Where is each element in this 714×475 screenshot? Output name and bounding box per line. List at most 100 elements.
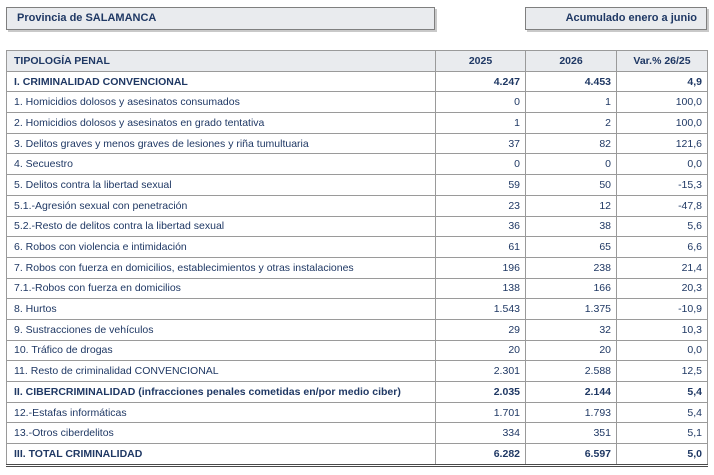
row-label: 6. Robos con violencia e intimidación [6,236,436,258]
value-2026: 0 [525,153,617,176]
table-row: 6. Robos con violencia e intimidación 61 6… [6,236,708,258]
period-label: Acumulado enero a junio [525,7,707,30]
row-label: I. CRIMINALIDAD CONVENCIONAL [6,70,436,93]
value-2025: 196 [435,256,526,279]
column-header-variation: Var.% 26/25 [616,50,708,72]
variation-value: 5,4 [616,401,708,424]
value-2026: 20 [525,339,617,362]
variation-value: 12,5 [616,360,708,382]
table-row: 9. Sustracciones de vehículos 29 32 10,3 [6,318,708,341]
value-2026: 6.597 [525,443,617,467]
variation-value: 21,4 [616,256,708,279]
value-2025: 6.282 [435,443,526,467]
value-2026: 1.375 [525,298,617,320]
value-2026: 2 [525,112,617,134]
row-label: 12.-Estafas informáticas [6,401,436,424]
value-2026: 2.588 [525,360,617,382]
value-2025: 2.035 [435,381,526,403]
row-label: 13.-Otros ciberdelitos [6,422,436,445]
table-header-row: TIPOLOGÍA PENAL 2025 2026 Var.% 26/25 [6,50,708,72]
value-2025: 138 [435,277,526,300]
value-2025: 1.701 [435,401,526,424]
row-label: 8. Hurtos [6,298,436,320]
column-header-2025: 2025 [435,50,526,72]
table-row: 2. Homicidios dolosos y asesinatos en gr… [6,112,708,134]
row-label: 3. Delitos graves y menos graves de lesi… [6,132,436,155]
value-2026: 351 [525,422,617,445]
crime-statistics-table: TIPOLOGÍA PENAL 2025 2026 Var.% 26/25 I.… [6,50,708,467]
value-2026: 65 [525,236,617,258]
value-2025: 59 [435,174,526,196]
row-label: 5.1.-Agresión sexual con penetración [6,194,436,217]
value-2025: 1.543 [435,298,526,320]
row-label: II. CIBERCRIMINALIDAD (infracciones pena… [6,381,436,403]
variation-value: 6,6 [616,236,708,258]
table-row: 13.-Otros ciberdelitos 334 351 5,1 [6,422,708,445]
table-row: 5. Delitos contra la libertad sexual 59 50… [6,174,708,196]
row-label: 5. Delitos contra la libertad sexual [6,174,436,196]
row-label: 7. Robos con fuerza en domicilios, estab… [6,256,436,279]
value-2025: 61 [435,236,526,258]
value-2026: 1.793 [525,401,617,424]
variation-value: 5,6 [616,215,708,238]
row-label: 4. Secuestro [6,153,436,176]
variation-value: 4,9 [616,70,708,93]
row-label: 11. Resto de criminalidad CONVENCIONAL [6,360,436,382]
row-label: 1. Homicidios dolosos y asesinatos consu… [6,91,436,114]
value-2025: 2.301 [435,360,526,382]
table-body: I. CRIMINALIDAD CONVENCIONAL 4.247 4.453 4,… [6,70,708,467]
value-2026: 2.144 [525,381,617,403]
variation-value: 0,0 [616,339,708,362]
value-2025: 23 [435,194,526,217]
value-2025: 36 [435,215,526,238]
value-2025: 1 [435,112,526,134]
province-title: Provincia de SALAMANCA [6,7,435,30]
value-2026: 238 [525,256,617,279]
variation-value: 5,4 [616,381,708,403]
variation-value: 121,6 [616,132,708,155]
row-label: 2. Homicidios dolosos y asesinatos en gr… [6,112,436,134]
value-2025: 0 [435,91,526,114]
table-row: 5.2.-Resto de delitos contra la libertad… [6,215,708,238]
variation-value: 10,3 [616,318,708,341]
variation-value: -10,9 [616,298,708,320]
value-2025: 4.247 [435,70,526,93]
value-2026: 1 [525,91,617,114]
section-row: I. CRIMINALIDAD CONVENCIONAL 4.247 4.453 4,… [6,70,708,93]
table-row: 12.-Estafas informáticas 1.701 1.793 5,4 [6,401,708,424]
section-row: II. CIBERCRIMINALIDAD (infracciones pena… [6,381,708,403]
table-row: 3. Delitos graves y menos graves de lesi… [6,132,708,155]
value-2025: 0 [435,153,526,176]
value-2025: 20 [435,339,526,362]
variation-value: 5,0 [616,443,708,467]
variation-value: 20,3 [616,277,708,300]
value-2026: 50 [525,174,617,196]
table-row: 5.1.-Agresión sexual con penetración 23 12… [6,194,708,217]
variation-value: -15,3 [616,174,708,196]
variation-value: 100,0 [616,112,708,134]
value-2026: 4.453 [525,70,617,93]
table-row: 7. Robos con fuerza en domicilios, estab… [6,256,708,279]
variation-value: 5,1 [616,422,708,445]
row-label: 10. Tráfico de drogas [6,339,436,362]
value-2026: 32 [525,318,617,341]
value-2025: 29 [435,318,526,341]
variation-value: 100,0 [616,91,708,114]
value-2026: 38 [525,215,617,238]
value-2025: 37 [435,132,526,155]
table-row: 1. Homicidios dolosos y asesinatos consu… [6,91,708,114]
table-row: 4. Secuestro 0 0 0,0 [6,153,708,176]
row-label: 7.1.-Robos con fuerza en domicilios [6,277,436,300]
table-row: 7.1.-Robos con fuerza en domicilios 138 16… [6,277,708,300]
column-header-2026: 2026 [525,50,617,72]
table-row: 8. Hurtos 1.543 1.375 -10,9 [6,298,708,320]
row-label: 5.2.-Resto de delitos contra la libertad… [6,215,436,238]
row-label: 9. Sustracciones de vehículos [6,318,436,341]
column-header-tipologia: TIPOLOGÍA PENAL [6,50,436,72]
value-2025: 334 [435,422,526,445]
variation-value: 0,0 [616,153,708,176]
value-2026: 12 [525,194,617,217]
value-2026: 166 [525,277,617,300]
variation-value: -47,8 [616,194,708,217]
total-row: III. TOTAL CRIMINALIDAD 6.282 6.597 5,0 [6,443,708,467]
